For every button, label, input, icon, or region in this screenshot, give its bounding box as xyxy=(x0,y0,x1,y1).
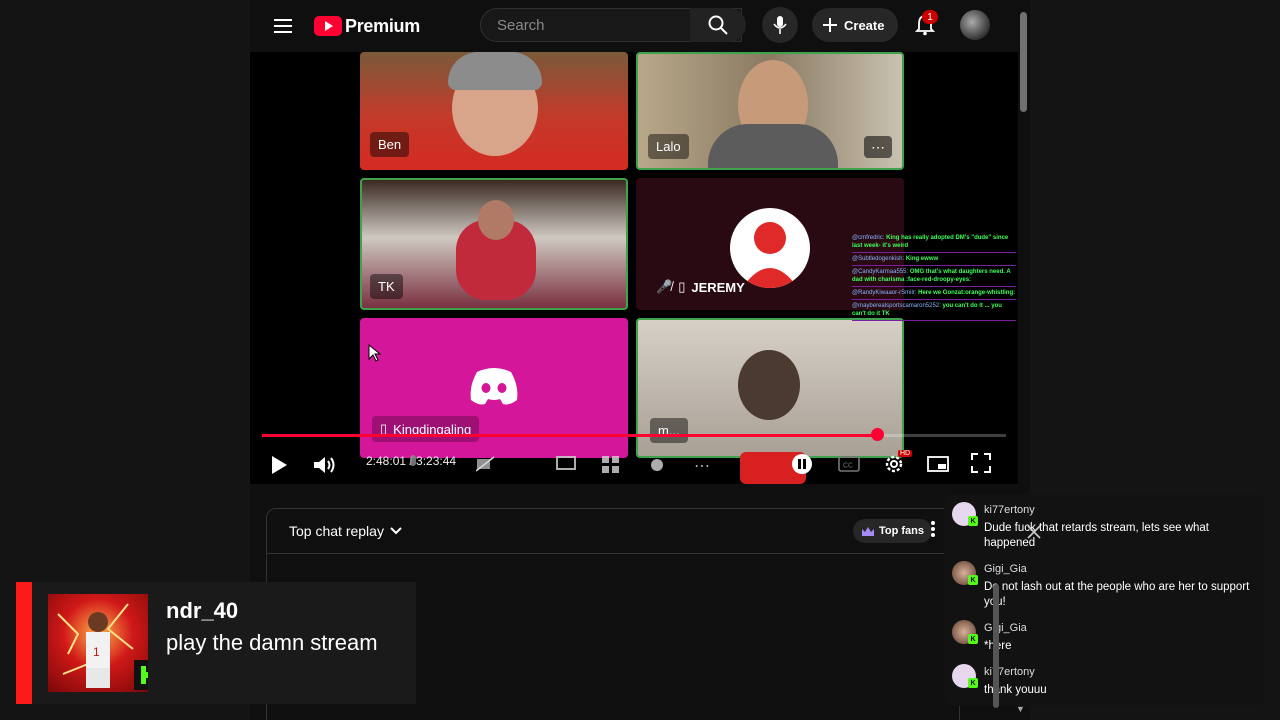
more-options-icon: ⋯ xyxy=(694,458,710,475)
captions-button[interactable]: CC xyxy=(836,452,862,476)
chat-mode-label: Top chat replay xyxy=(289,523,384,539)
chat-text: thank youuu xyxy=(984,684,1047,696)
video-player[interactable]: Ben Lalo ⋯ TK 🎤̸ ▯ JEREMY ▯ Kingdingalin… xyxy=(250,52,1018,484)
participant-more-button[interactable]: ⋯ xyxy=(864,136,892,158)
highlight-username: ndr_40 xyxy=(166,598,239,623)
overlay-chat-line: @RandyKiwaaor-rSmilr: Here we Gonzat:ora… xyxy=(852,287,1016,300)
overlay-chat-line: @CandyKarmaa555: OMG that's what daughte… xyxy=(852,266,1016,287)
create-button[interactable]: Create xyxy=(812,8,898,42)
kebab-menu-icon xyxy=(931,521,935,537)
effects-icon xyxy=(648,456,672,476)
chat-username: Gigi_Gia xyxy=(984,563,1027,575)
create-label: Create xyxy=(844,17,885,33)
participant-name: TK xyxy=(370,274,403,299)
discord-icon xyxy=(470,368,518,405)
top-fans-button[interactable]: Top fans xyxy=(853,519,933,543)
volume-icon xyxy=(314,457,335,473)
chat-mode-dropdown[interactable]: Top chat replay xyxy=(289,523,402,539)
screen-share-icon xyxy=(556,456,580,476)
top-bar: Premium Create 1 xyxy=(250,0,1030,52)
search-icon xyxy=(708,15,728,35)
participant-tile-m: m... xyxy=(636,318,904,458)
participant-name: JEREMY xyxy=(691,279,745,295)
hd-badge: HD xyxy=(898,450,913,457)
participant-name: Lalo xyxy=(648,134,689,159)
chat-text: Dude fuck that retards stream, lets see … xyxy=(984,522,1209,549)
highlighted-message-overlay: 1 ndr_40 play the damn stream xyxy=(16,582,416,704)
player-controls: 2:48:01 / 3:23:44 ⋯ CC HD xyxy=(250,444,1018,484)
fullscreen-button[interactable] xyxy=(968,450,994,476)
svg-text:1: 1 xyxy=(93,645,100,659)
search-button[interactable] xyxy=(690,8,746,42)
search-input[interactable] xyxy=(495,16,699,35)
kick-badge-icon: K xyxy=(968,575,978,585)
participant-tile-ben: Ben xyxy=(360,52,628,170)
volume-button[interactable] xyxy=(312,452,338,478)
captions-icon: CC xyxy=(838,456,860,472)
chat-scrollbar-thumb[interactable] xyxy=(993,584,999,708)
apps-icon xyxy=(602,456,626,476)
plus-icon xyxy=(823,18,837,32)
participant-name: m... xyxy=(650,418,688,443)
scrollbar-thumb[interactable] xyxy=(1020,12,1027,112)
crown-icon xyxy=(862,526,874,536)
user-profile-picture: 1 xyxy=(48,594,148,692)
kick-badge-icon: K xyxy=(968,516,978,526)
logo-text: Premium xyxy=(345,15,420,36)
miniplayer-icon xyxy=(927,456,949,472)
autoplay-toggle[interactable] xyxy=(790,452,814,476)
phone-icon: ▯ xyxy=(678,279,686,294)
highlight-accent-bar xyxy=(16,582,32,704)
participant-name-tag: ▯ Kingdingaling xyxy=(372,416,480,442)
voice-search-button[interactable] xyxy=(762,7,798,43)
close-button[interactable] xyxy=(1026,524,1042,540)
pause-icon xyxy=(792,454,812,474)
chevron-down-icon xyxy=(390,527,402,535)
chat-header: Top chat replay Top fans xyxy=(267,509,959,554)
participant-tile-tk: TK xyxy=(360,178,628,310)
mouse-cursor-icon xyxy=(368,344,382,362)
camera-off-icon xyxy=(475,456,500,476)
youtube-play-icon xyxy=(314,16,342,36)
kick-badge-icon: K xyxy=(968,678,978,688)
participant-hair xyxy=(448,52,542,90)
microphone-icon xyxy=(406,454,430,478)
account-avatar[interactable] xyxy=(960,10,990,40)
notification-badge: 1 xyxy=(922,10,938,24)
svg-text:CC: CC xyxy=(843,463,853,470)
basketball-player-image: 1 xyxy=(57,603,134,688)
chat-scrollbar[interactable] xyxy=(992,494,1000,716)
progress-bar-played xyxy=(262,434,877,437)
kick-badge-icon: K xyxy=(968,634,978,644)
play-button[interactable] xyxy=(266,452,292,478)
kick-logo-icon xyxy=(134,660,148,690)
top-fans-label: Top fans xyxy=(879,525,925,537)
participant-name: Ben xyxy=(370,132,410,157)
participant-tile-kingdingaling: ▯ Kingdingaling xyxy=(360,318,628,458)
stream-chat-overlay: @cmfredric: King has really adopted DM's… xyxy=(852,232,1016,321)
participant-name-tag: 🎤̸ ▯ JEREMY xyxy=(648,274,753,300)
miniplayer-button[interactable] xyxy=(924,452,952,476)
fullscreen-icon xyxy=(971,453,991,473)
highlight-text: play the damn stream xyxy=(166,630,378,655)
participant-shirt xyxy=(708,124,838,168)
play-icon xyxy=(272,456,287,474)
chat-username: Gigi_Gia xyxy=(984,622,1027,634)
menu-icon[interactable] xyxy=(268,14,298,38)
scroll-down-arrow-icon[interactable]: ▼ xyxy=(1016,704,1025,714)
muted-mic-icon: 🎤̸ xyxy=(656,279,673,294)
overlay-chat-line: @mayberealsportscamaron5252: you can't d… xyxy=(852,300,1016,321)
overlay-chat-line: @Subtledogenkish: King ewww xyxy=(852,253,1016,266)
participant-face xyxy=(478,200,514,240)
settings-button[interactable]: HD xyxy=(880,450,913,478)
close-icon xyxy=(1027,525,1041,539)
youtube-logo[interactable]: Premium xyxy=(314,14,420,38)
overlay-chat-line: @cmfredric: King has really adopted DM's… xyxy=(852,232,1016,253)
chat-text: Do not lash out at the people who are he… xyxy=(984,581,1250,608)
participant-video xyxy=(738,350,800,420)
participant-tile-lalo: Lalo ⋯ xyxy=(636,52,904,170)
microphone-icon xyxy=(773,16,787,34)
chat-text: *here xyxy=(984,639,1254,654)
scrubber-handle[interactable] xyxy=(870,428,884,441)
